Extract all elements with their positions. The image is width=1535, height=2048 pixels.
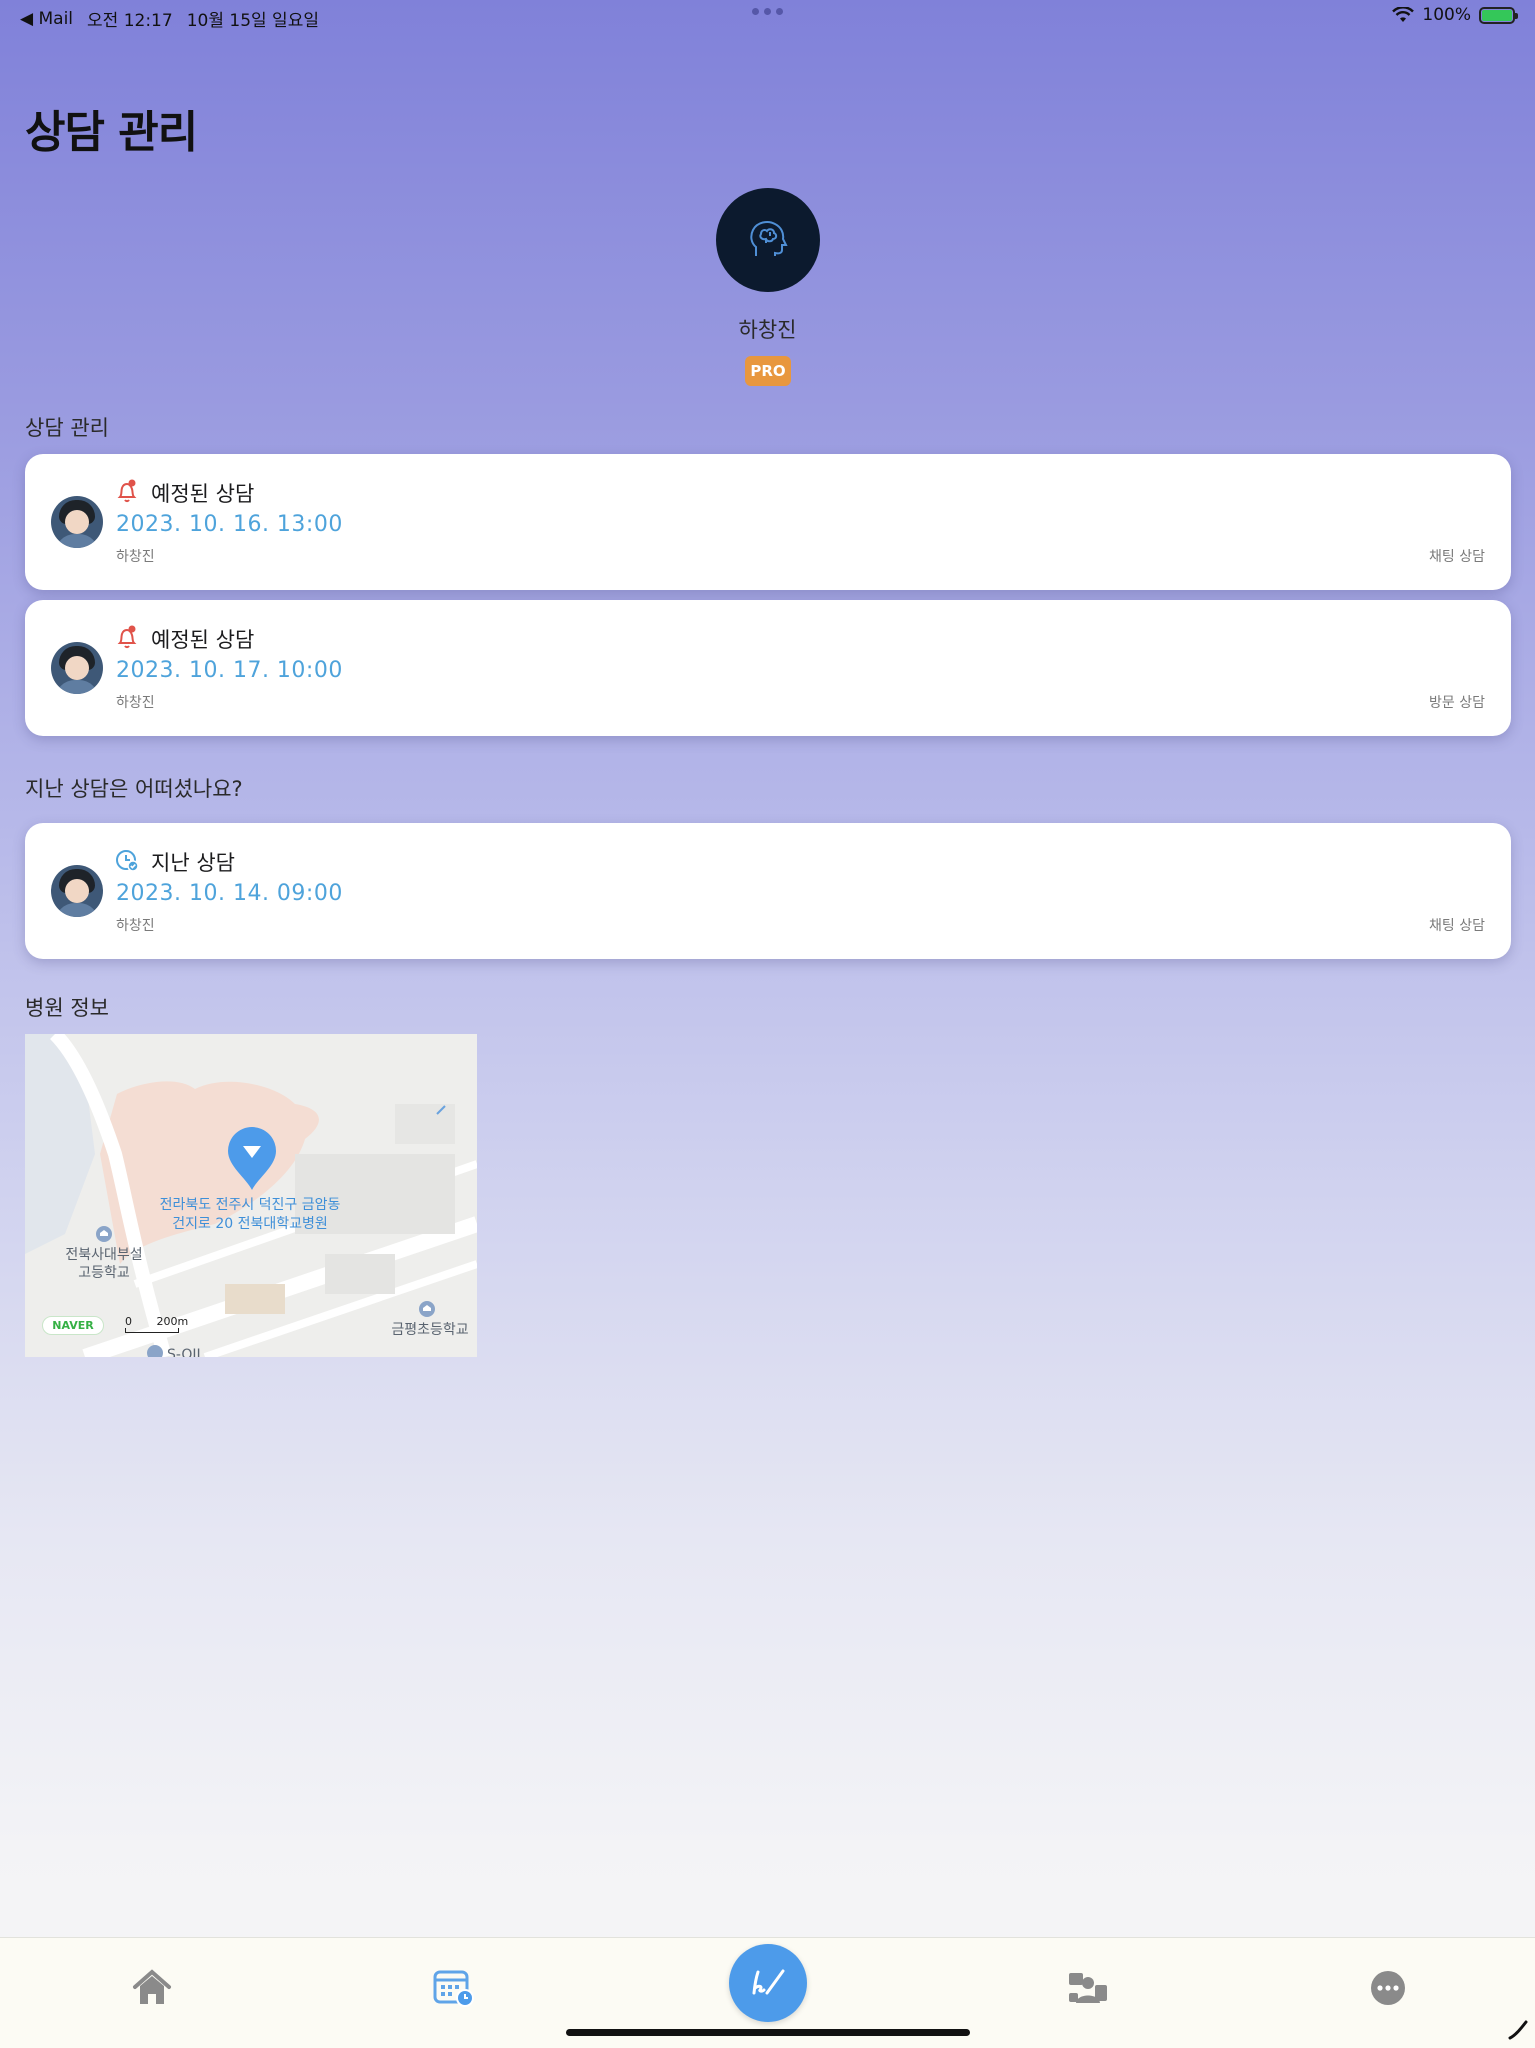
counselor-icon (1069, 1973, 1107, 2003)
consultation-title: 예정된 상담 (151, 482, 255, 506)
bell-icon (117, 625, 137, 649)
hospital-section-label: 병원 정보 (25, 996, 109, 1020)
pro-badge: PRO (745, 356, 791, 386)
page-title: 상담 관리 (25, 107, 198, 158)
new-consultation-button[interactable] (729, 1944, 807, 2022)
consultation-title: 지난 상담 (151, 851, 235, 875)
battery-icon (1479, 6, 1518, 24)
consultation-counselor: 하창진 (116, 918, 155, 934)
upcoming-consultation-card[interactable]: 예정된 상담 2023. 10. 16. 13:00 하창진 채팅 상담 (25, 454, 1511, 590)
consultation-datetime: 2023. 10. 16. 13:00 (116, 512, 343, 537)
consultation-datetime: 2023. 10. 14. 09:00 (116, 881, 343, 906)
consultation-type: 채팅 상담 (1429, 549, 1485, 565)
map-school-label: 금평초등학교 (391, 1322, 469, 1338)
status-bar: ◀ Mail 오전 12:17 10월 15일 일요일 100% (0, 0, 1535, 32)
upcoming-consultation-card[interactable]: 예정된 상담 2023. 10. 17. 10:00 하창진 방문 상담 (25, 600, 1511, 736)
location-pin-icon (228, 1127, 276, 1190)
status-date: 10월 15일 일요일 (186, 11, 319, 31)
consultation-datetime: 2023. 10. 17. 10:00 (116, 658, 343, 683)
multitasking-dots-icon[interactable] (752, 8, 783, 15)
status-time: 오전 12:17 (87, 11, 173, 31)
school-icon (96, 1226, 112, 1242)
tab-more[interactable] (1366, 1966, 1410, 2010)
brain-head-icon (750, 221, 788, 256)
counselor-avatar (51, 865, 103, 917)
consultation-title: 예정된 상담 (151, 628, 255, 652)
wifi-icon (1392, 7, 1415, 22)
consultation-type: 채팅 상담 (1429, 918, 1485, 934)
consultation-type: 방문 상담 (1429, 695, 1485, 711)
map-scale: 0 200m (125, 1315, 188, 1333)
map-address-label: 전라북도 전주시 덕진구 금암동 건지로 20 전북대학교병원 (159, 1197, 341, 1232)
map-school-label: 전북사대부설 고등학교 (65, 1247, 143, 1281)
tab-counselors[interactable] (1066, 1966, 1110, 2010)
home-icon (133, 1969, 171, 2004)
write-icon (752, 1969, 785, 1995)
upcoming-section-label: 상담 관리 (25, 416, 109, 440)
home-indicator (566, 2029, 970, 2036)
counselor-avatar (51, 496, 103, 548)
hospital-map[interactable]: 전라북도 전주시 덕진구 금암동 건지로 20 전북대학교병원 전북사대부설 고… (25, 1034, 477, 1357)
past-consultation-card[interactable]: 지난 상담 2023. 10. 14. 09:00 하창진 채팅 상담 (25, 823, 1511, 959)
past-section-label: 지난 상담은 어떠셨나요? (25, 777, 243, 801)
gas-station-icon (147, 1345, 163, 1357)
school-icon (419, 1301, 435, 1317)
profile-name: 하창진 (738, 318, 797, 342)
naver-logo: NAVER (42, 1316, 104, 1335)
profile-avatar[interactable] (716, 188, 820, 292)
tab-home[interactable] (130, 1966, 174, 2010)
bell-icon (117, 479, 137, 503)
calendar-icon (433, 1970, 474, 2007)
tab-schedule[interactable] (432, 1966, 476, 2010)
map-gas-label: S-OIL (167, 1347, 205, 1357)
pencil-corner-icon (1508, 2020, 1528, 2040)
back-to-mail-link[interactable]: ◀ Mail (20, 9, 73, 29)
battery-percent: 100% (1422, 5, 1471, 25)
consultation-counselor: 하창진 (116, 549, 155, 565)
more-icon (1371, 1971, 1405, 2005)
counselor-avatar (51, 642, 103, 694)
consultation-counselor: 하창진 (116, 695, 155, 711)
clock-check-icon (116, 850, 139, 872)
